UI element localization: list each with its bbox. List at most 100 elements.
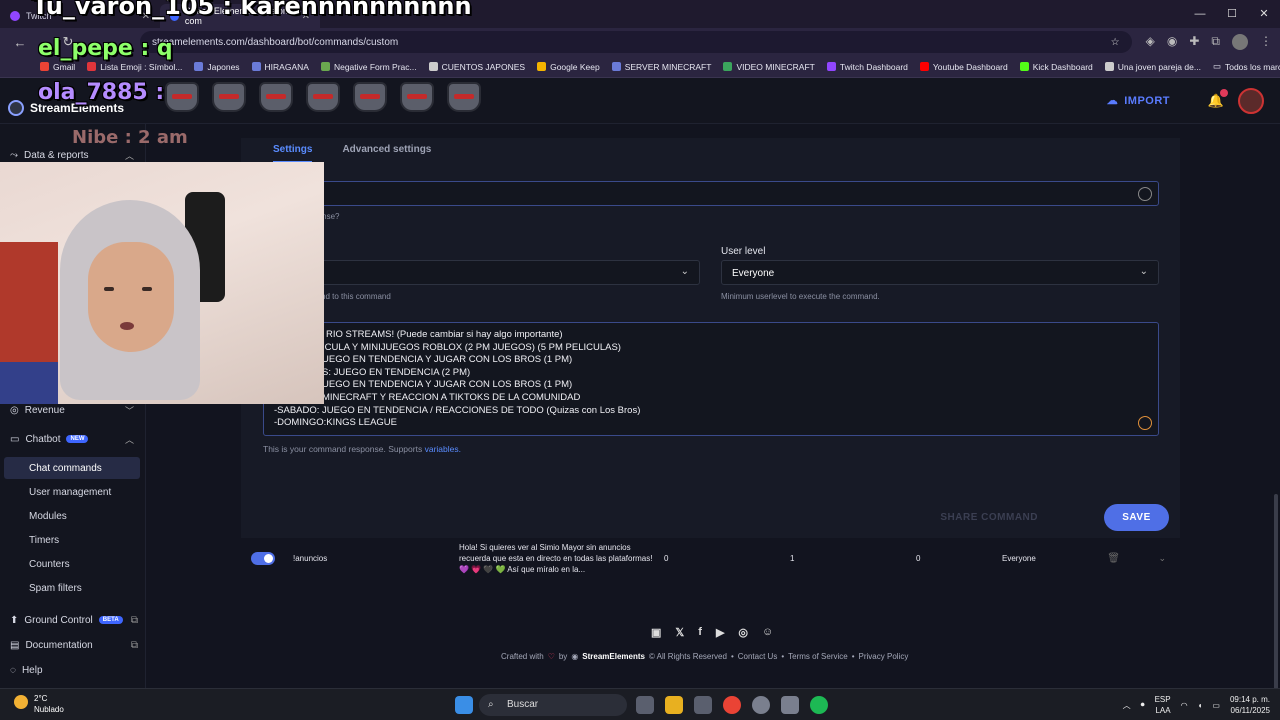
x-icon[interactable]: 𝕏 — [675, 626, 684, 639]
user-level-select[interactable]: Everyone ⌄ — [721, 260, 1159, 285]
sidebar-item-user-management[interactable]: User management — [0, 481, 146, 503]
bookmark-item[interactable]: Negative Form Prac... — [315, 62, 423, 72]
char-counter-icon — [1138, 187, 1152, 201]
task-view-icon[interactable] — [636, 696, 654, 714]
eye — [104, 287, 114, 291]
response-text: RIO STREAMS! (Puede cambiar si hay algo … — [274, 329, 640, 430]
spotify-icon[interactable] — [810, 696, 828, 714]
command-name-input[interactable] — [263, 181, 1159, 206]
save-button[interactable]: SAVE — [1104, 504, 1169, 531]
terms-link[interactable]: Terms of Service — [788, 652, 848, 661]
variables-link[interactable]: variables. — [425, 444, 461, 454]
chrome-icon[interactable] — [723, 696, 741, 714]
chevron-down-icon[interactable]: ⌄ — [1158, 553, 1166, 564]
command-name[interactable]: !anuncios — [293, 554, 327, 563]
clock-time: 09:14 p. m. — [1229, 695, 1270, 704]
response-textarea[interactable]: RIO STREAMS! (Puede cambiar si hay algo … — [263, 322, 1159, 436]
bookmark-item[interactable]: Youtube Dashboard — [914, 62, 1014, 72]
discord-icon[interactable]: ☺ — [762, 626, 773, 639]
sidebar-item-counters[interactable]: Counters — [0, 553, 146, 575]
wifi-icon[interactable]: ◠ — [1181, 701, 1188, 710]
footer-brand: StreamElements — [582, 652, 645, 661]
bookmark-item[interactable]: HIRAGANA — [246, 62, 315, 72]
document-icon: ▤ — [10, 639, 20, 651]
app-icon[interactable] — [752, 696, 770, 714]
file-explorer-icon[interactable] — [665, 696, 683, 714]
share-command-button[interactable]: SHARE COMMAND — [940, 512, 1038, 523]
command-user-level: Everyone — [1002, 554, 1036, 563]
emote-icon — [447, 82, 481, 112]
volume-icon[interactable]: ◖ — [1198, 701, 1203, 710]
language-indicator[interactable]: ESP LAA — [1155, 694, 1171, 716]
windows-start-icon[interactable] — [455, 696, 473, 714]
page-scrollbar[interactable] — [1274, 494, 1278, 714]
close-window-button[interactable]: ✕ — [1248, 0, 1280, 28]
taskbar-search[interactable]: ⌕ Buscar — [479, 694, 627, 716]
gmail-icon — [40, 62, 49, 71]
extension-icon[interactable]: ◈ — [1146, 34, 1155, 50]
sidebar-item-ground-control[interactable]: ⬆ Ground Control BETA ⧉ — [0, 609, 146, 631]
response-type-select[interactable]: ⌄ — [263, 260, 700, 285]
weather-widget[interactable]: 2°C Nublado — [14, 693, 64, 715]
bookmarks-folder[interactable]: ▭Todos los marcadores — [1207, 61, 1280, 72]
sidebar-item-documentation[interactable]: ▤ Documentation ⧉ — [0, 634, 146, 656]
mouth — [120, 322, 134, 330]
bookmark-item[interactable]: Lista Emoji : Símbol... — [81, 62, 188, 72]
sidebar-item-chatbot[interactable]: ▭ Chatbot NEW ︿ — [0, 428, 146, 450]
bookmark-item[interactable]: SERVER MINECRAFT — [606, 62, 718, 72]
extension-icon[interactable]: ✚ — [1189, 34, 1199, 50]
extension-icon[interactable]: ◉ — [1167, 34, 1177, 50]
minimize-button[interactable]: — — [1184, 0, 1216, 28]
puzzle-icon[interactable]: ⧉ — [1211, 34, 1220, 50]
taskbar-apps — [455, 696, 473, 714]
folder-icon: ▭ — [1212, 61, 1221, 71]
trash-icon[interactable]: 🗑 — [1107, 553, 1120, 564]
command-enabled-toggle[interactable] — [251, 552, 275, 565]
sidebar-item-timers[interactable]: Timers — [0, 529, 146, 551]
bookmark-item[interactable]: Kick Dashboard — [1014, 62, 1099, 72]
extensions-area: ◈ ◉ ✚ ⧉ ⋮ — [1146, 34, 1272, 50]
sidebar-item-help[interactable]: ◌ Help — [0, 659, 146, 681]
sidebar-item-chat-commands[interactable]: Chat commands — [4, 457, 140, 479]
clock[interactable]: 09:14 p. m. 06/11/2025 — [1230, 694, 1270, 716]
chevron-up-icon[interactable]: ︿ — [1123, 700, 1131, 711]
mic-icon[interactable]: ⏺ — [1141, 700, 1145, 710]
bookmark-item[interactable]: Gmail — [34, 62, 81, 72]
notification-bell-icon[interactable]: 🔔 — [1208, 89, 1228, 109]
sidebar-item-modules[interactable]: Modules — [0, 505, 146, 527]
tab-advanced-settings[interactable]: Advanced settings — [342, 144, 431, 163]
response-line: UEGO EN TENDENCIA Y JUGAR CON LOS BROS (… — [322, 379, 573, 391]
bookmark-item[interactable]: VIDEO MINECRAFT — [717, 62, 820, 72]
bookmark-item[interactable]: Google Keep — [531, 62, 606, 72]
contact-link[interactable]: Contact Us — [738, 652, 778, 661]
battery-icon[interactable]: ▭ — [1212, 701, 1220, 710]
overlay-chat-message: Nibe : 2 am — [72, 127, 188, 148]
maximize-button[interactable]: ☐ — [1216, 0, 1248, 28]
facebook-icon[interactable]: f — [698, 626, 702, 639]
menu-icon[interactable]: ⋮ — [1260, 34, 1272, 50]
url-field[interactable]: streamelements.com/dashboard/bot/command… — [140, 31, 1132, 53]
sidebar-item-spam-filters[interactable]: Spam filters — [0, 577, 146, 599]
bookmark-star-icon[interactable]: ☆ — [1111, 37, 1120, 48]
user-avatar[interactable] — [1238, 88, 1264, 114]
youtube-icon[interactable]: ▶ — [716, 626, 724, 639]
instagram-icon[interactable]: ◎ — [738, 626, 748, 639]
response-line: S: JUEGO EN TENDENCIA (2 PM) — [322, 366, 471, 378]
emote-icon — [165, 82, 199, 112]
overlay-chat-message: Tu_varon_105 : karennnnnnnnnn — [32, 0, 472, 20]
emote-icon — [212, 82, 246, 112]
command-response: Hola! Si quieres ver al Simio Mayor sin … — [459, 543, 653, 574]
bookmark-item[interactable]: Twitch Dashboard — [821, 62, 914, 72]
import-button[interactable]: ☁ IMPORT — [1107, 94, 1170, 108]
tab-settings[interactable]: Settings — [273, 144, 313, 163]
store-icon[interactable] — [694, 696, 712, 714]
twitch-icon[interactable]: ▣ — [651, 626, 661, 639]
profile-avatar[interactable] — [1232, 34, 1248, 50]
bookmark-item[interactable]: Una joven pareja de... — [1099, 62, 1207, 72]
bookmark-item[interactable]: CUENTOS JAPONES — [423, 62, 531, 72]
app-icon[interactable] — [781, 696, 799, 714]
privacy-link[interactable]: Privacy Policy — [859, 652, 909, 661]
bookmark-item[interactable]: Japones — [188, 62, 245, 72]
lang-layout: LAA — [1155, 706, 1171, 715]
back-icon[interactable]: ← — [8, 35, 32, 50]
